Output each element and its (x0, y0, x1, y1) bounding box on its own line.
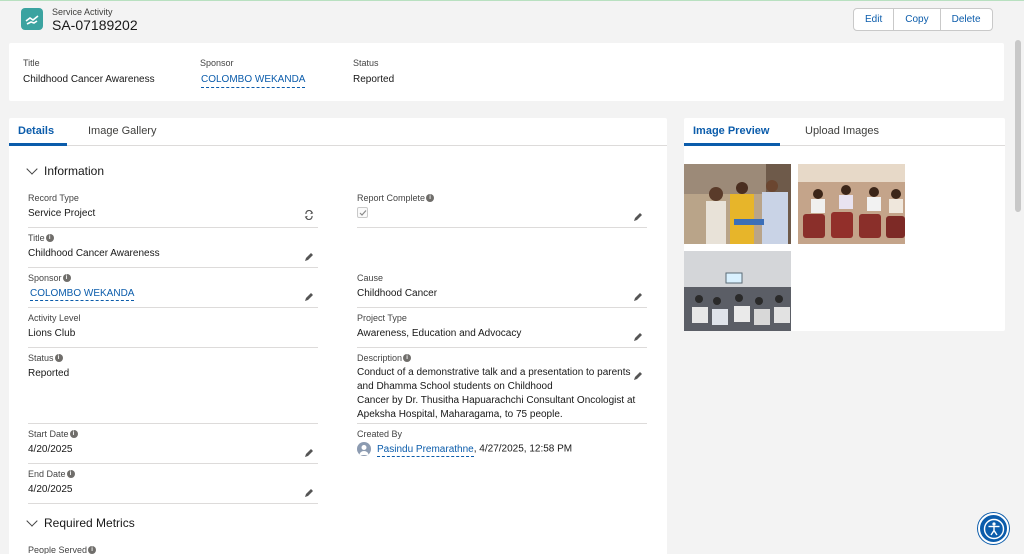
field-label: Cause (357, 272, 384, 283)
object-label: Service Activity (52, 7, 113, 17)
edit-button[interactable]: Edit (854, 9, 893, 30)
field-sponsor: Sponsor i COLOMBO WEKANDA (28, 272, 318, 308)
field-title: Title i Childhood Cancer Awareness (28, 232, 318, 268)
field-people-served: People Served i (28, 544, 318, 554)
field-project-type: Project Type Awareness, Education and Ad… (357, 312, 647, 348)
gallery-image[interactable] (684, 251, 791, 331)
field-label: End Date (28, 468, 66, 479)
field-start-date: Start Date i 4/20/2025 (28, 428, 318, 464)
active-tab-indicator (9, 143, 67, 146)
highlight-label: Sponsor (200, 58, 234, 68)
pencil-icon[interactable] (633, 332, 643, 342)
service-activity-icon (21, 8, 43, 30)
tab-upload-images[interactable]: Upload Images (805, 125, 879, 137)
field-label: Title (28, 232, 45, 243)
field-value: Childhood Cancer Awareness (28, 248, 160, 259)
field-value: 4/20/2025 (28, 484, 73, 495)
field-label: Record Type (28, 192, 79, 203)
field-label: Start Date (28, 428, 69, 439)
tab-image-preview[interactable]: Image Preview (693, 125, 769, 137)
chevron-down-icon (26, 515, 38, 527)
field-status: Status i Reported (28, 352, 318, 424)
detail-tabs: Details Image Gallery (9, 118, 667, 146)
checkmark-icon (359, 209, 366, 216)
copy-button[interactable]: Copy (893, 9, 939, 30)
info-icon[interactable]: i (426, 193, 435, 202)
description-text: Conduct of a demonstrative talk and a pr… (357, 367, 636, 420)
tab-details[interactable]: Details (18, 125, 54, 137)
delete-button[interactable]: Delete (939, 9, 992, 30)
accessibility-button[interactable] (978, 513, 1009, 544)
sponsor-field-link[interactable]: COLOMBO WEKANDA (30, 288, 135, 301)
info-icon[interactable]: i (88, 545, 97, 554)
field-label: Status (28, 352, 54, 363)
pencil-icon[interactable] (633, 212, 643, 222)
info-icon[interactable]: i (62, 273, 71, 282)
pencil-icon[interactable] (633, 292, 643, 302)
highlight-sponsor: Sponsor COLOMBO WEKANDA (200, 58, 306, 88)
highlight-value: Childhood Cancer Awareness (23, 74, 155, 85)
section-title: Required Metrics (44, 516, 135, 530)
field-value: Awareness, Education and Advocacy (357, 328, 522, 339)
highlights-panel: Title Childhood Cancer Awareness Sponsor… (9, 43, 1004, 101)
info-icon[interactable]: i (403, 353, 412, 362)
highlight-label: Status (353, 58, 379, 68)
field-label: Report Complete (357, 192, 426, 203)
chevron-down-icon (26, 163, 38, 175)
highlight-value: Reported (353, 74, 395, 85)
tab-image-gallery[interactable]: Image Gallery (88, 125, 156, 137)
gallery-image[interactable] (798, 164, 905, 244)
pencil-icon[interactable] (304, 292, 314, 302)
image-panel: Image Preview Upload Images (684, 118, 1005, 331)
field-report-complete: Report Complete i (357, 192, 647, 228)
change-record-type-icon[interactable] (304, 210, 314, 220)
field-created-by: Created By Pasindu Premarathne, 4/27/202… (357, 428, 647, 464)
pencil-icon[interactable] (304, 448, 314, 458)
action-buttons: Edit Copy Delete (853, 8, 993, 31)
created-timestamp: , 4/27/2025, 12:58 PM (473, 443, 573, 455)
field-cause: Cause Childhood Cancer (357, 272, 647, 308)
field-value: 4/20/2025 (28, 444, 73, 455)
field-activity-level: Activity Level Lions Club (28, 312, 318, 348)
details-card: Details Image Gallery Information Record… (9, 118, 667, 554)
field-value: Service Project (28, 208, 96, 219)
page-scrollbar[interactable] (1015, 40, 1021, 212)
accessibility-icon (983, 518, 1004, 539)
field-description: Description i Conduct of a demonstrative … (357, 352, 647, 424)
image-tabs: Image Preview Upload Images (684, 118, 1005, 146)
highlight-label: Title (23, 58, 40, 68)
active-tab-indicator (684, 143, 780, 146)
field-end-date: End Date i 4/20/2025 (28, 468, 318, 504)
info-icon[interactable]: i (45, 233, 54, 242)
field-label: People Served (28, 544, 88, 554)
pencil-icon[interactable] (304, 252, 314, 262)
gallery-image[interactable] (684, 164, 791, 244)
field-label: Description (357, 352, 403, 363)
record-name: SA-07189202 (52, 17, 138, 33)
info-icon[interactable]: i (66, 469, 75, 478)
field-value: Childhood Cancer (357, 288, 438, 299)
section-title: Information (44, 164, 105, 178)
pencil-icon[interactable] (304, 488, 314, 498)
section-required-metrics[interactable]: Required Metrics (26, 515, 135, 530)
record-header: Service Activity SA-07189202 Edit Copy D… (0, 0, 1024, 42)
field-label: Project Type (357, 312, 407, 323)
highlight-status: Status Reported (353, 58, 394, 85)
section-information[interactable]: Information (26, 163, 105, 178)
field-label: Sponsor (28, 272, 62, 283)
field-record-type: Record Type Service Project (28, 192, 318, 228)
pencil-icon[interactable] (633, 371, 643, 381)
field-label: Activity Level (28, 312, 81, 323)
field-value: Lions Club (28, 328, 76, 339)
highlight-title: Title Childhood Cancer Awareness (23, 58, 155, 85)
sponsor-link[interactable]: COLOMBO WEKANDA (201, 74, 306, 88)
info-icon[interactable]: i (69, 429, 78, 438)
created-by-user-link[interactable]: Pasindu Premarathne (377, 443, 474, 457)
user-avatar-icon (357, 442, 371, 456)
info-icon[interactable]: i (54, 353, 63, 362)
field-label: Created By (357, 428, 403, 439)
field-value: Reported (28, 368, 70, 379)
report-complete-checkbox (357, 207, 368, 218)
